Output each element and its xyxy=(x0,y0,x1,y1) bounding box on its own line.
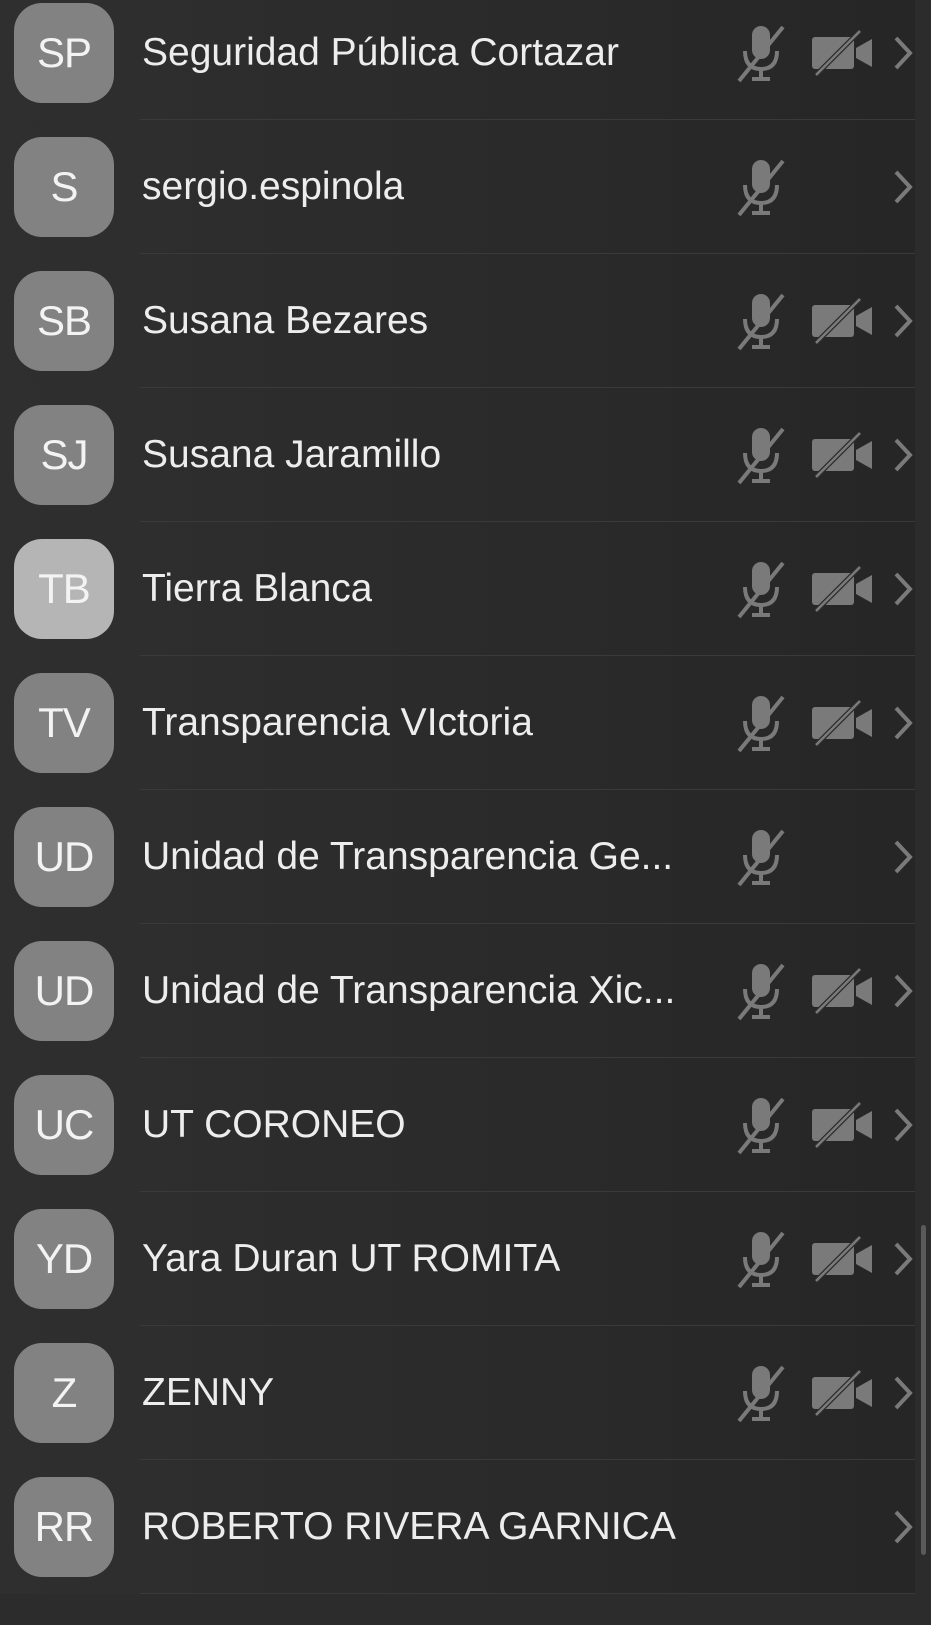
participant-row[interactable]: SJ Susana Jaramillo xyxy=(0,388,915,522)
participant-name: ROBERTO RIVERA GARNICA xyxy=(142,1505,676,1548)
camera-off-icon[interactable] xyxy=(810,1235,876,1283)
participant-row[interactable]: SB Susana Bezares xyxy=(0,254,915,388)
avatar: TB xyxy=(14,539,114,639)
chevron-right-icon[interactable] xyxy=(892,1241,914,1277)
camera-off-icon[interactable] xyxy=(810,565,876,613)
microphone-muted-icon[interactable] xyxy=(735,157,787,217)
camera-off-icon[interactable] xyxy=(810,1101,876,1149)
chevron-right-icon[interactable] xyxy=(892,35,914,71)
microphone-muted-icon[interactable] xyxy=(735,559,787,619)
participant-row[interactable]: TV Transparencia VIctoria xyxy=(0,656,915,790)
avatar: Z xyxy=(14,1343,114,1443)
microphone-muted-icon[interactable] xyxy=(735,1229,787,1289)
participant-name: Susana Bezares xyxy=(142,299,429,342)
participant-row[interactable]: UD Unidad de Transparencia Xic... xyxy=(0,924,915,1058)
participant-row[interactable]: UD Unidad de Transparencia Ge... xyxy=(0,790,915,924)
chevron-right-icon[interactable] xyxy=(892,973,914,1009)
camera-off-icon[interactable] xyxy=(810,29,876,77)
chevron-right-icon[interactable] xyxy=(892,303,914,339)
participant-name: Yara Duran UT ROMITA xyxy=(142,1237,561,1280)
participant-row[interactable]: TB Tierra Blanca xyxy=(0,522,915,656)
avatar: SJ xyxy=(14,405,114,505)
chevron-right-icon[interactable] xyxy=(892,1509,914,1545)
microphone-muted-icon[interactable] xyxy=(735,1363,787,1423)
microphone-muted-icon[interactable] xyxy=(735,425,787,485)
avatar: S xyxy=(14,137,114,237)
participant-name: Unidad de Transparencia Xic... xyxy=(142,969,676,1012)
participant-name: Transparencia VIctoria xyxy=(142,701,533,744)
camera-off-icon[interactable] xyxy=(810,967,876,1015)
camera-off-icon[interactable] xyxy=(810,699,876,747)
chevron-right-icon[interactable] xyxy=(892,571,914,607)
camera-off-icon[interactable] xyxy=(810,431,876,479)
avatar: UC xyxy=(14,1075,114,1175)
avatar: UD xyxy=(14,807,114,907)
participant-list: SP Seguridad Pública Cortazar Ssergio.espi… xyxy=(0,0,931,1625)
participant-row[interactable]: SP Seguridad Pública Cortazar xyxy=(0,0,915,120)
microphone-muted-icon[interactable] xyxy=(735,23,787,83)
microphone-muted-icon[interactable] xyxy=(735,827,787,887)
scrollbar[interactable] xyxy=(921,1225,926,1555)
microphone-muted-icon[interactable] xyxy=(735,693,787,753)
chevron-right-icon[interactable] xyxy=(892,705,914,741)
camera-off-icon[interactable] xyxy=(810,297,876,345)
chevron-right-icon[interactable] xyxy=(892,1107,914,1143)
microphone-muted-icon[interactable] xyxy=(735,961,787,1021)
participant-row[interactable]: YD Yara Duran UT ROMITA xyxy=(0,1192,915,1326)
microphone-muted-icon[interactable] xyxy=(735,291,787,351)
participant-name: Unidad de Transparencia Ge... xyxy=(142,835,674,878)
participant-row[interactable]: RR ROBERTO RIVERA GARNICA xyxy=(0,1460,915,1594)
participant-name: sergio.espinola xyxy=(142,165,405,208)
avatar: SP xyxy=(14,3,114,103)
participant-row[interactable]: UC UT CORONEO xyxy=(0,1058,915,1192)
participant-name: UT CORONEO xyxy=(142,1103,406,1146)
participant-name: ZENNY xyxy=(142,1371,275,1414)
participant-name: Susana Jaramillo xyxy=(142,433,442,476)
chevron-right-icon[interactable] xyxy=(892,1375,914,1411)
avatar: UD xyxy=(14,941,114,1041)
camera-off-icon[interactable] xyxy=(810,1369,876,1417)
participant-name: Tierra Blanca xyxy=(142,567,373,610)
participant-row[interactable]: Ssergio.espinola xyxy=(0,120,915,254)
chevron-right-icon[interactable] xyxy=(892,839,914,875)
participant-name: Seguridad Pública Cortazar xyxy=(142,31,619,74)
participant-row[interactable]: Z ZENNY xyxy=(0,1326,915,1460)
microphone-muted-icon[interactable] xyxy=(735,1095,787,1155)
avatar: RR xyxy=(14,1477,114,1577)
avatar: YD xyxy=(14,1209,114,1309)
avatar: TV xyxy=(14,673,114,773)
chevron-right-icon[interactable] xyxy=(892,437,914,473)
avatar: SB xyxy=(14,271,114,371)
chevron-right-icon[interactable] xyxy=(892,169,914,205)
